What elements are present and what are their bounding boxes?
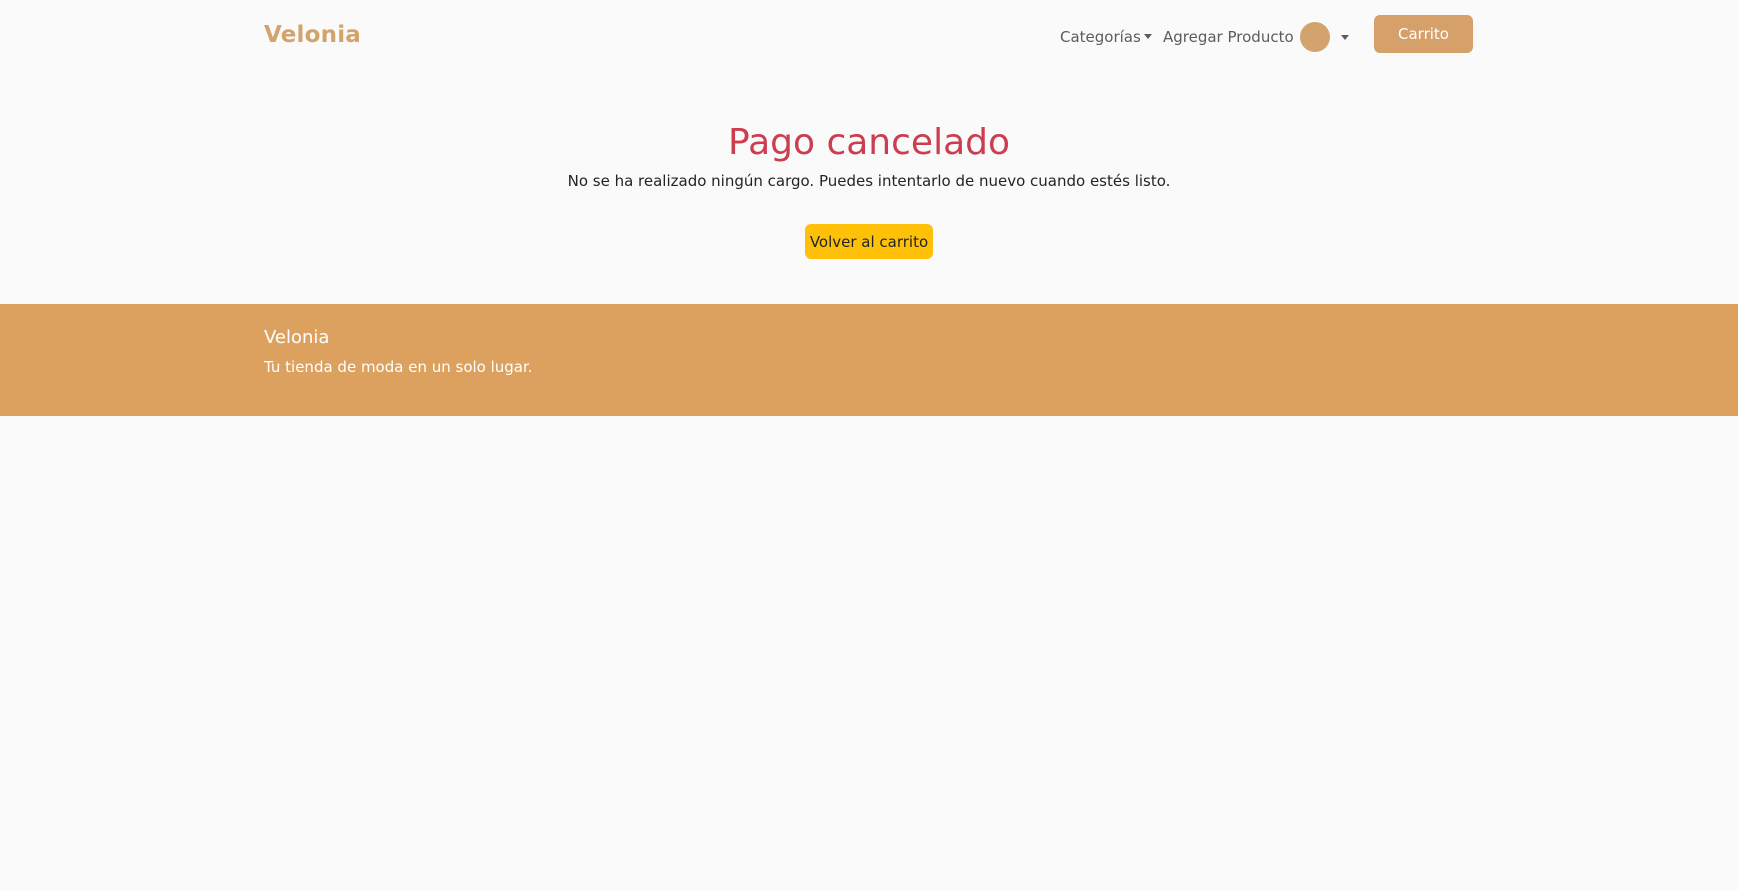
back-to-cart-button[interactable]: Volver al carrito [805,224,933,259]
nav-categorias-dropdown[interactable]: Categorías [1060,28,1152,46]
nav-agregar-producto[interactable]: Agregar Producto [1163,28,1294,46]
brand-logo[interactable]: Velonia [264,22,361,48]
navbar: Velonia Categorías Agregar Producto Carr… [0,0,1738,75]
footer-title: Velonia [264,327,330,348]
user-avatar[interactable] [1300,22,1330,52]
caret-down-icon [1143,34,1152,39]
nav-categorias-label: Categorías [1060,28,1141,46]
cart-button[interactable]: Carrito [1374,15,1473,53]
footer: Velonia Tu tienda de moda en un solo lug… [0,304,1738,416]
page-title: Pago cancelado [727,122,1011,163]
cancel-message: No se ha realizado ningún cargo. Puedes … [567,172,1171,190]
user-menu-caret-down-icon[interactable] [1341,35,1349,40]
footer-tagline: Tu tienda de moda en un solo lugar. [264,358,533,376]
